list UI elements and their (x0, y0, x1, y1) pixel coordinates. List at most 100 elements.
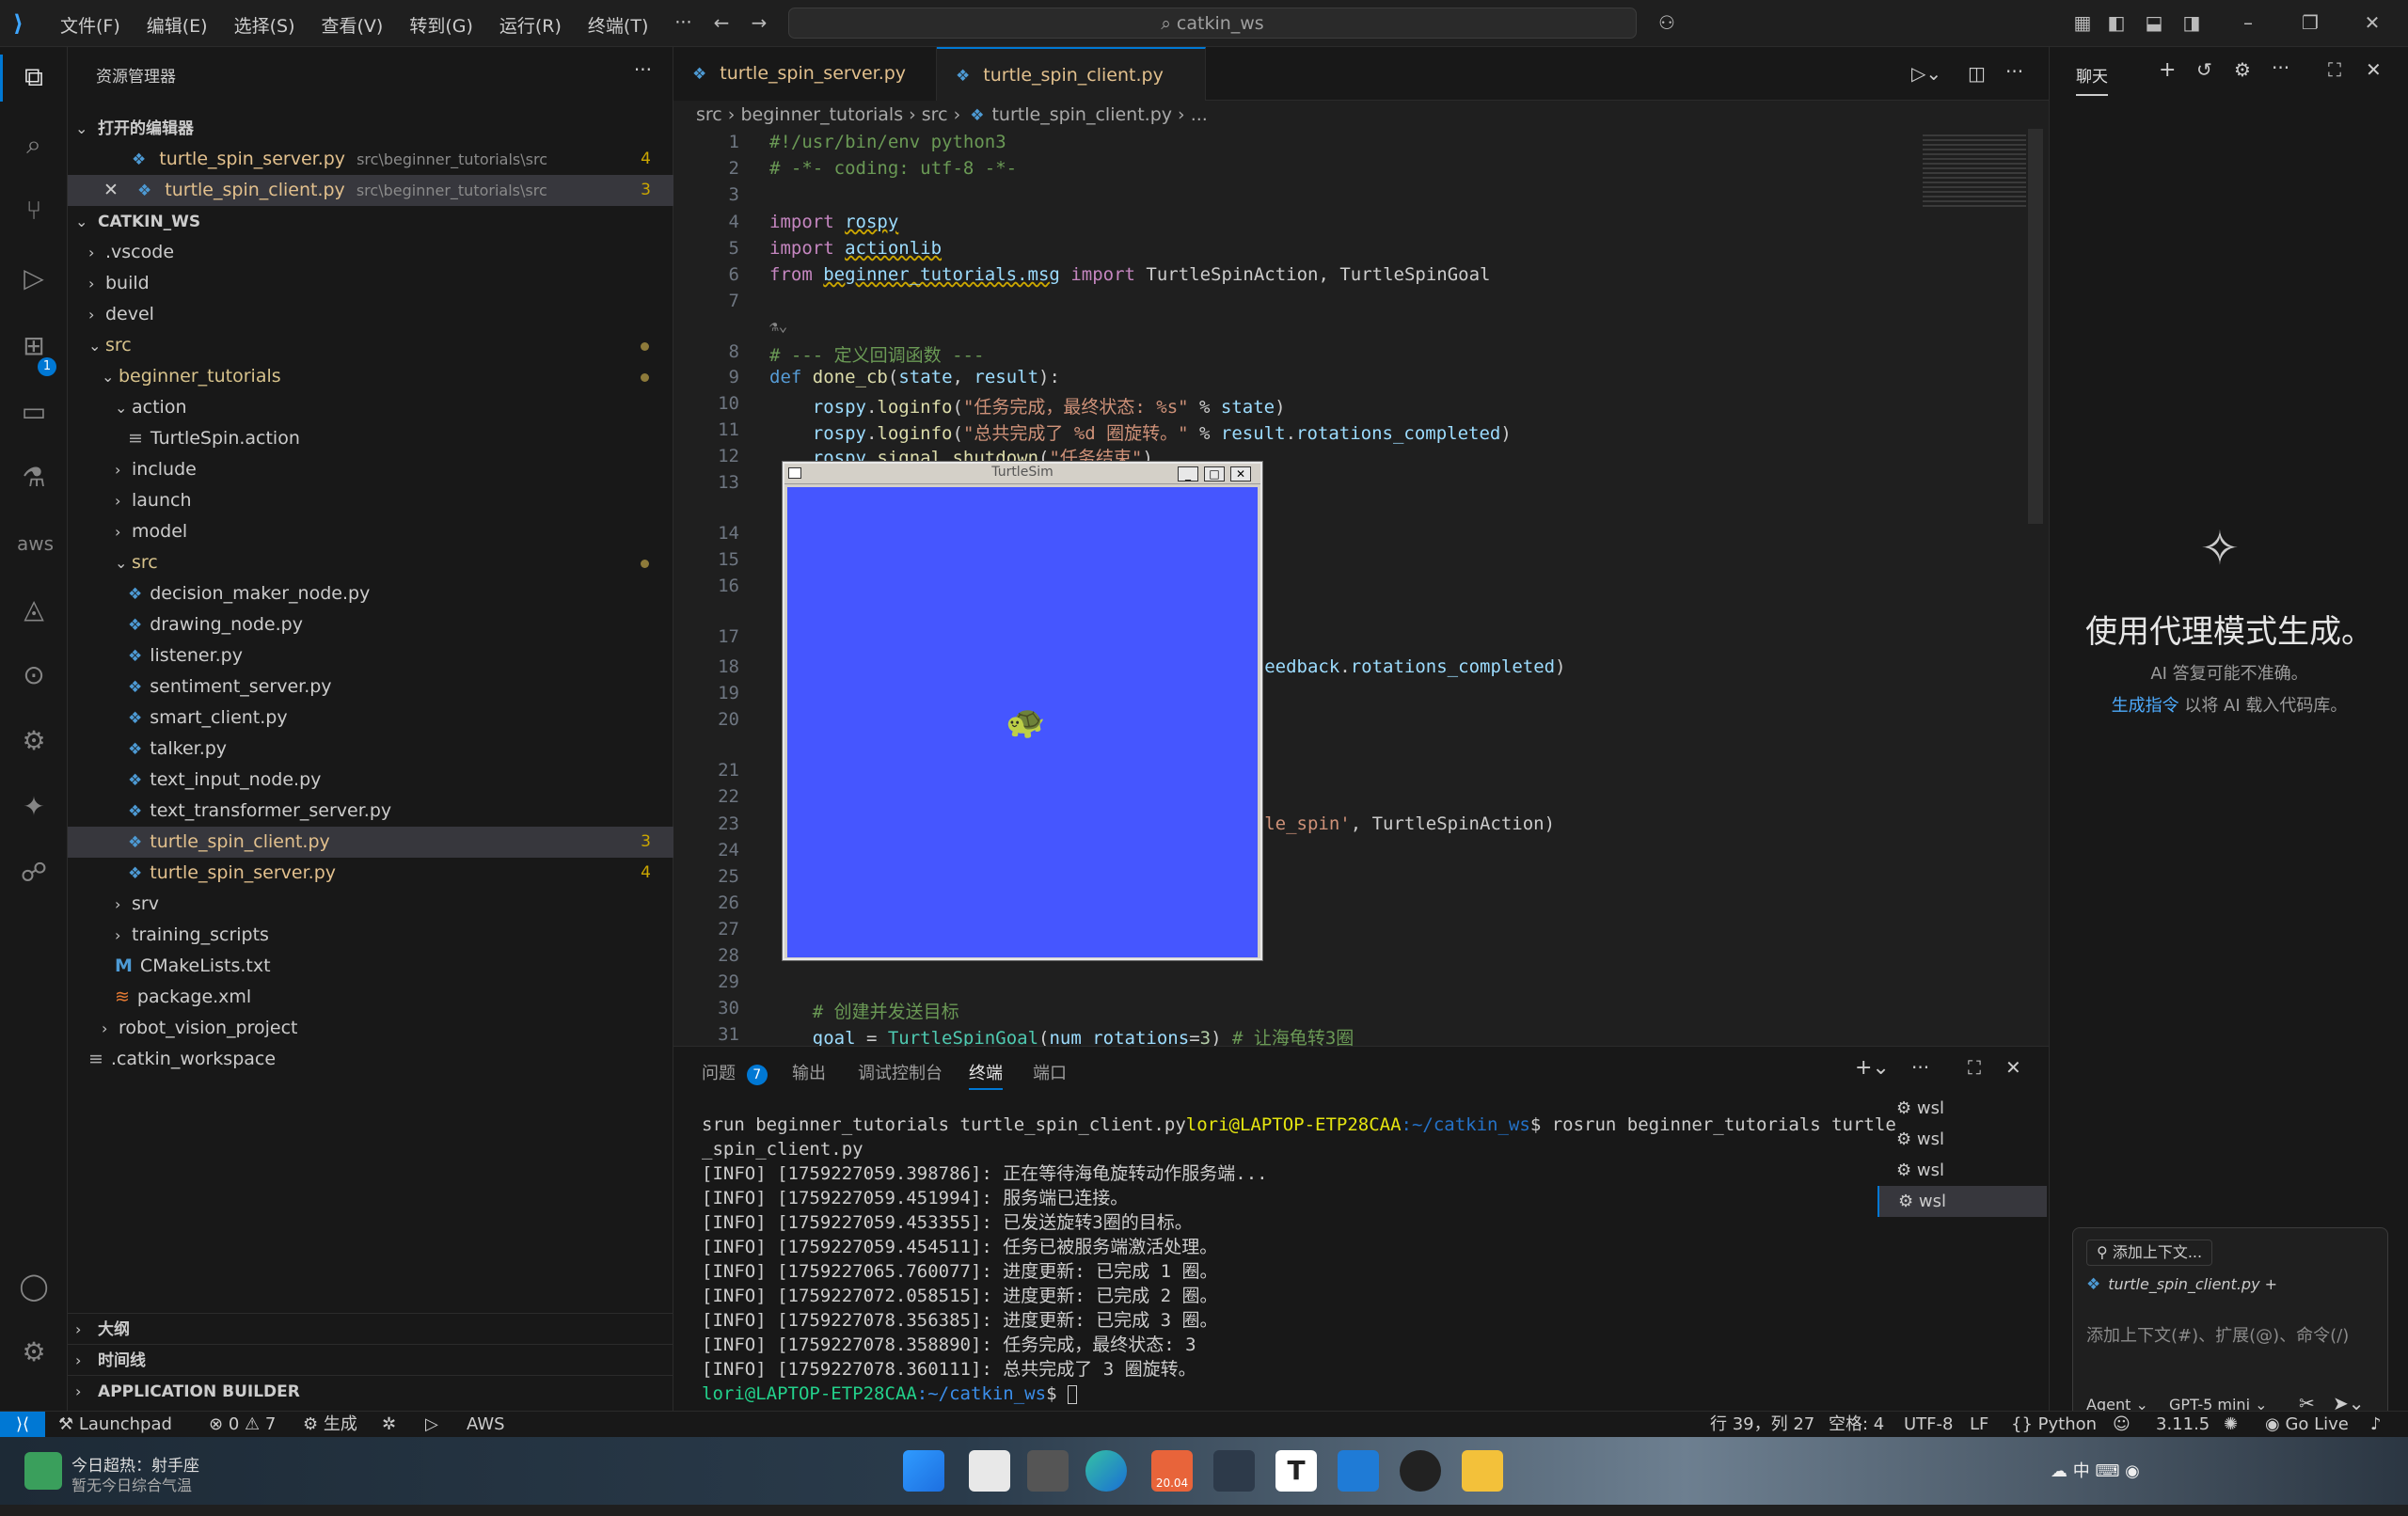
search-icon[interactable]: ⌕ (17, 128, 51, 162)
system-tray[interactable]: ☁ 中 ⌨ ◉ (2051, 1458, 2389, 1486)
sparkle-icon[interactable]: ✺ (2224, 1412, 2238, 1437)
maximize-panel-icon[interactable]: ⛶ (1968, 1056, 1981, 1079)
tree-item-launch-folder[interactable]: › launch (68, 485, 673, 516)
settings-gear-icon[interactable]: ⚙ (17, 1335, 51, 1369)
app-builder-section[interactable]: › APPLICATION BUILDER (68, 1375, 673, 1406)
tree-item-text-input-node-file[interactable]: ❖ text_input_node.py (68, 765, 673, 796)
close-icon[interactable]: ✕ (103, 180, 119, 200)
tree-item-listener-file[interactable]: ❖ listener.py (68, 640, 673, 671)
git-graph-icon[interactable]: ⊙ (17, 658, 51, 692)
tree-item-package-xml-file[interactable]: ≋ package.xml (68, 982, 673, 1013)
file-explorer-icon[interactable] (1462, 1450, 1503, 1492)
menu-go[interactable]: 转到(G) (409, 12, 473, 38)
tree-item-model-folder[interactable]: › model (68, 516, 673, 547)
tree-item-action-folder[interactable]: ⌄ action (68, 392, 673, 423)
tree-item-turtlespin-action-file[interactable]: ≡ TurtleSpin.action (68, 423, 673, 454)
tree-item-devel-folder[interactable]: › devel (68, 299, 673, 330)
tree-item-text-transformer-server-file[interactable]: ❖ text_transformer_server.py (68, 796, 673, 827)
tree-item-vscode-folder[interactable]: › .vscode (68, 237, 673, 268)
close-panel-icon[interactable]: ✕ (2005, 1056, 2021, 1079)
search-icon[interactable] (969, 1450, 1010, 1492)
menu-file[interactable]: 文件(F) (60, 12, 120, 38)
source-control-icon[interactable]: ⑂ (17, 194, 51, 228)
back-arrow-icon[interactable]: ← (710, 11, 733, 34)
workspace-section[interactable]: ⌄ CATKIN_WS (68, 206, 673, 237)
outline-section[interactable]: › 大纲 (68, 1313, 673, 1344)
tree-item-training-scripts-folder[interactable]: › training_scripts (68, 920, 673, 951)
notifications-icon[interactable]: ♪ (2370, 1412, 2382, 1437)
tab-problems[interactable]: 问题 7 (702, 1060, 768, 1085)
close-window-icon[interactable]: ✕ (2361, 11, 2384, 34)
breadcrumb-item[interactable]: turtle_spin_client.py (991, 104, 1172, 125)
maximize-icon[interactable]: ⛶ (2328, 58, 2341, 81)
tree-item-smart-client-file[interactable]: ❖ smart_client.py (68, 703, 673, 734)
menu-edit[interactable]: 编辑(E) (147, 12, 208, 38)
menu-terminal[interactable]: 终端(T) (588, 12, 648, 38)
turtlesim-window[interactable]: TurtleSim _ □ ✕ 🐢 (783, 462, 1262, 960)
tree-item-robot-vision-project-folder[interactable]: › robot_vision_project (68, 1013, 673, 1044)
edge-icon[interactable] (1085, 1450, 1127, 1492)
weather-widget[interactable]: 今日超热：射手座 暂无今日综合气温 (24, 1446, 260, 1495)
typora-icon[interactable]: T (1275, 1450, 1317, 1492)
run-python-icon[interactable]: ▷⌄ (1911, 62, 1941, 85)
tree-item-turtle-spin-client-file[interactable]: ❖ turtle_spin_client.py 3 (68, 827, 673, 858)
run-icon[interactable]: ▷ (425, 1412, 438, 1437)
remote-indicator[interactable]: ⟩⟨ (0, 1412, 45, 1438)
open-editor-item[interactable]: ✕ ❖ turtle_spin_client.py src\beginner_t… (68, 175, 673, 206)
tab-debug-console[interactable]: 调试控制台 (858, 1060, 943, 1084)
deploy-icon[interactable]: ◬ (17, 592, 51, 626)
windows-start-icon[interactable] (903, 1450, 944, 1492)
menu-more[interactable]: ··· (674, 12, 691, 38)
indentation[interactable]: 空格: 4 (1829, 1412, 1884, 1437)
tab-ports[interactable]: 端口 (1033, 1060, 1067, 1084)
close-icon[interactable]: ✕ (2366, 58, 2382, 81)
tree-item-turtle-spin-server-file[interactable]: ❖ turtle_spin_server.py 4 (68, 858, 673, 889)
menu-view[interactable]: 查看(V) (322, 12, 384, 38)
chat-input-box[interactable]: ⚲ 添加上下文... ❖ turtle_spin_client.py + 添加上下… (2072, 1227, 2388, 1434)
tree-item-talker-file[interactable]: ❖ talker.py (68, 734, 673, 765)
editor-more-icon[interactable]: ··· (2005, 60, 2023, 83)
gear-icon[interactable]: ⚙ (2234, 58, 2251, 81)
launchpad-item[interactable]: ⚒ Launchpad (58, 1412, 172, 1437)
codelens-icon[interactable]: ⚗⌄ (769, 317, 787, 335)
tree-item-include-folder[interactable]: › include (68, 454, 673, 485)
terminal-instance[interactable]: ⚙ wsl (1877, 1155, 2047, 1186)
breadcrumb-item[interactable]: ... (1191, 104, 1208, 125)
tree-item-src-folder[interactable]: ⌄ src (68, 330, 673, 361)
line-ending[interactable]: LF (1970, 1412, 1988, 1437)
forward-arrow-icon[interactable]: → (748, 11, 770, 34)
chat-more-icon[interactable]: ··· (2272, 56, 2289, 79)
tab-turtle-spin-server[interactable]: ❖ turtle_spin_server.py 4 (673, 47, 937, 138)
menu-selection[interactable]: 选择(S) (234, 12, 295, 38)
history-icon[interactable]: ↺ (2196, 58, 2212, 81)
menu-run[interactable]: 运行(R) (499, 12, 562, 38)
chat-title[interactable]: 聊天 (2076, 63, 2108, 96)
task-view-icon[interactable] (1027, 1450, 1069, 1492)
tree-item-catkin-workspace-file[interactable]: ≡ .catkin_workspace (68, 1044, 673, 1075)
cursor-position[interactable]: 行 39，列 27 (1710, 1412, 1814, 1437)
add-context-button[interactable]: ⚲ 添加上下文... (2086, 1240, 2213, 1266)
context-file-chip[interactable]: ❖ turtle_spin_client.py + (2086, 1275, 2277, 1294)
app-icon[interactable]: 20.04 (1151, 1450, 1193, 1492)
copilot-agent-icon[interactable]: ✦ (17, 790, 51, 824)
toggle-secondary-sidebar-icon[interactable]: ◨ (2180, 11, 2203, 34)
tree-item-decision-maker-node-file[interactable]: ❖ decision_maker_node.py (68, 578, 673, 609)
encoding[interactable]: UTF-8 (1904, 1412, 1953, 1437)
close-icon[interactable]: ✕ (1230, 466, 1251, 482)
timeline-section[interactable]: › 时间线 (68, 1344, 673, 1375)
explorer-icon[interactable]: ⧉ (17, 60, 51, 94)
layout-customize-icon[interactable]: ▦ (2071, 11, 2094, 34)
qq-icon[interactable] (1400, 1450, 1441, 1492)
aws-icon[interactable]: aws (17, 527, 54, 561)
tree-item-beginner-tutorials-folder[interactable]: ⌄ beginner_tutorials (68, 361, 673, 392)
testing-icon[interactable]: ⚗ (17, 461, 51, 495)
breadcrumb-item[interactable]: src (922, 104, 948, 125)
panel-more-icon[interactable]: ··· (1911, 1056, 1929, 1079)
tab-terminal[interactable]: 终端 (969, 1060, 1003, 1090)
explorer-more-icon[interactable]: ··· (634, 58, 652, 81)
app-icon[interactable] (1213, 1450, 1255, 1492)
split-editor-icon[interactable]: ◫ (1968, 62, 1986, 85)
tab-output[interactable]: 输出 (792, 1060, 826, 1084)
scrollbar[interactable] (2028, 129, 2043, 524)
open-editor-item[interactable]: ❖ turtle_spin_server.py src\beginner_tut… (68, 144, 673, 175)
